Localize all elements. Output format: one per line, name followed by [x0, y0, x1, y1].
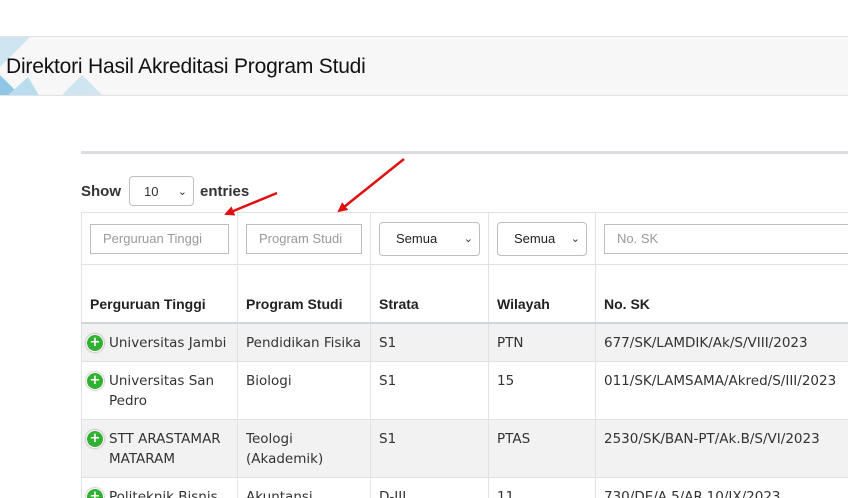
- plus-circle-icon[interactable]: +: [87, 488, 103, 498]
- wilayah-filter-select[interactable]: Semua ⌄: [497, 221, 587, 256]
- cell-program-studi: Teologi (Akademik): [237, 418, 371, 478]
- perguruan-tinggi-text: Universitas San Pedro: [109, 372, 215, 409]
- strata-filter-value: Semua: [396, 231, 438, 246]
- chevron-down-icon: ⌄: [177, 185, 187, 198]
- program-studi-filter-input[interactable]: Program Studi: [246, 223, 362, 254]
- cell-strata: D-III: [370, 476, 489, 498]
- cell-wilayah: PTN: [488, 322, 596, 362]
- cell-perguruan-tinggi: + Universitas Jambi: [81, 322, 238, 362]
- cell-program-studi: Pendidikan Fisika: [237, 322, 371, 362]
- perguruan-tinggi-text: Universitas Jambi: [109, 334, 227, 351]
- cell-program-studi: Akuntansi: [237, 476, 371, 498]
- cell-perguruan-tinggi: + Universitas San Pedro: [81, 360, 238, 420]
- no-sk-filter-input[interactable]: No. SK: [604, 223, 848, 254]
- cell-wilayah: 11: [488, 476, 596, 498]
- entries-select[interactable]: 10 ⌄: [129, 176, 194, 206]
- filter-cell: Semua ⌄: [488, 212, 596, 265]
- program-studi-placeholder: Program Studi: [259, 231, 343, 246]
- cell-strata: S1: [370, 418, 489, 478]
- perguruan-tinggi-text: Politeknik Bisnis: [109, 488, 218, 498]
- entries-select-value: 10: [144, 183, 159, 199]
- table-row: + Politeknik Bisnis Akuntansi D-III 11 7…: [81, 476, 848, 498]
- cell-strata: S1: [370, 322, 489, 362]
- cell-program-studi: Biologi: [237, 360, 371, 420]
- strata-filter-select[interactable]: Semua ⌄: [379, 221, 480, 256]
- chevron-down-icon: ⌄: [463, 233, 473, 245]
- column-header-strata[interactable]: Strata: [370, 264, 489, 324]
- table-row: + Universitas Jambi Pendidikan Fisika S1…: [81, 322, 848, 362]
- wilayah-filter-value: Semua: [514, 231, 556, 246]
- cell-no-sk: 677/SK/LAMDIK/Ak/S/VIII/2023: [595, 322, 848, 362]
- length-menu: Show 10 ⌄ entries: [81, 176, 249, 206]
- cell-perguruan-tinggi: + STT ARASTAMAR MATARAM: [81, 418, 238, 478]
- table-header-row: Perguruan Tinggi Program Studi Strata Wi…: [81, 264, 848, 324]
- cell-no-sk: 2530/SK/BAN-PT/Ak.B/S/VI/2023: [595, 418, 848, 478]
- cell-wilayah: 15: [488, 360, 596, 420]
- entries-label: entries: [200, 182, 250, 200]
- cell-no-sk: 011/SK/LAMSAMA/Akred/S/III/2023: [595, 360, 848, 420]
- accreditation-table: Perguruan Tinggi Program Studi Semua ⌄ S…: [81, 212, 848, 498]
- no-sk-placeholder: No. SK: [617, 231, 659, 246]
- chevron-down-icon: ⌄: [570, 233, 580, 245]
- perguruan-tinggi-text: STT ARASTAMAR MATARAM: [109, 430, 221, 467]
- filter-cell: Program Studi: [237, 212, 371, 265]
- perguruan-tinggi-filter-input[interactable]: Perguruan Tinggi: [90, 223, 229, 254]
- show-label: Show: [81, 182, 121, 200]
- plus-circle-icon[interactable]: +: [87, 372, 103, 389]
- column-header-perguruan-tinggi[interactable]: Perguruan Tinggi: [81, 264, 238, 324]
- plus-circle-icon[interactable]: +: [87, 430, 103, 447]
- page-header: Direktori Hasil Akreditasi Program Studi: [0, 36, 848, 96]
- perguruan-tinggi-placeholder: Perguruan Tinggi: [103, 231, 203, 246]
- table-row: + STT ARASTAMAR MATARAM Teologi (Akademi…: [81, 418, 848, 478]
- filter-row: Perguruan Tinggi Program Studi Semua ⌄ S…: [81, 212, 848, 265]
- filter-cell: No. SK: [595, 212, 848, 265]
- column-header-wilayah[interactable]: Wilayah: [488, 264, 596, 324]
- filter-cell: Perguruan Tinggi: [81, 212, 238, 265]
- page-title: Direktori Hasil Akreditasi Program Studi: [6, 55, 366, 78]
- plus-circle-icon[interactable]: +: [87, 334, 103, 351]
- column-header-program-studi[interactable]: Program Studi: [237, 264, 371, 324]
- column-header-no-sk[interactable]: No. SK: [595, 264, 848, 324]
- cell-no-sk: 730/DE/A.5/AR.10/IX/2023: [595, 476, 848, 498]
- table-row: + Universitas San Pedro Biologi S1 15 01…: [81, 360, 848, 420]
- cell-perguruan-tinggi: + Politeknik Bisnis: [81, 476, 238, 498]
- cell-strata: S1: [370, 360, 489, 420]
- filter-cell: Semua ⌄: [370, 212, 489, 265]
- cell-wilayah: PTAS: [488, 418, 596, 478]
